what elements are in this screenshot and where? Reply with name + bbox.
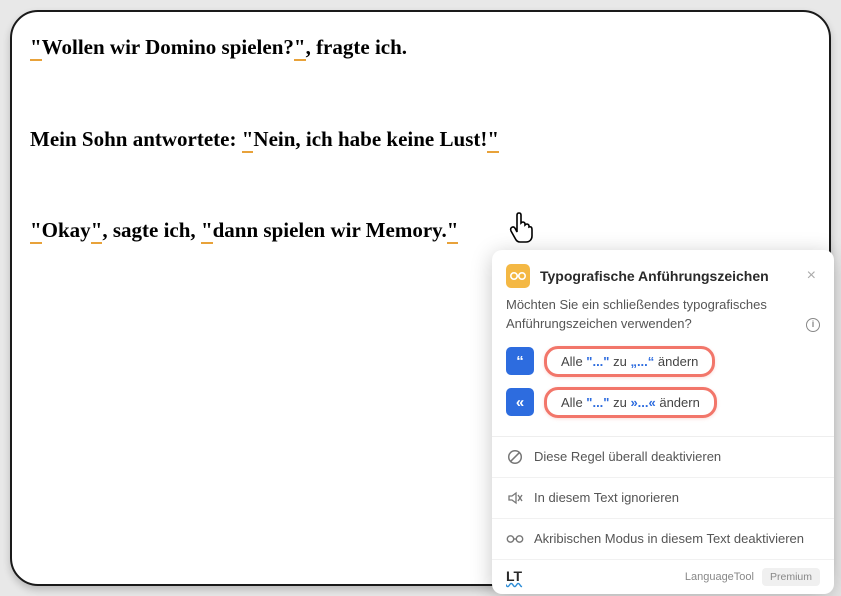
text-run: Mein Sohn antwortete: bbox=[30, 127, 242, 151]
quote-mark-close[interactable]: " bbox=[91, 218, 103, 244]
paragraph-2: Mein Sohn antwortete: "Nein, ich habe ke… bbox=[30, 124, 811, 156]
paragraph-1: "Wollen wir Domino spielen?", fragte ich… bbox=[30, 32, 811, 64]
popup-footer: LT LanguageTool Premium bbox=[492, 560, 834, 594]
text-run: Nein, ich habe keine Lust! bbox=[253, 127, 487, 151]
text-run: Wollen wir Domino spielen? bbox=[42, 35, 294, 59]
quote-mark-close[interactable]: " bbox=[294, 35, 306, 61]
text-run: , fragte ich. bbox=[306, 35, 407, 59]
quote-mark-close[interactable]: " bbox=[447, 218, 459, 244]
quote-mark-close[interactable]: " bbox=[487, 127, 499, 153]
paragraph-3: "Okay", sagte ich, "dann spielen wir Mem… bbox=[30, 215, 811, 247]
action-label: Diese Regel überall deaktivieren bbox=[534, 449, 721, 464]
quote-mark-open[interactable]: " bbox=[30, 218, 42, 244]
deactivate-rule-button[interactable]: Diese Regel überall deaktivieren bbox=[492, 437, 834, 478]
popup-description: Möchten Sie ein schließendes typografisc… bbox=[492, 296, 834, 346]
suggestion-row: “ Alle "..." zu „...“ ändern bbox=[506, 346, 820, 377]
suggestion-apply-button[interactable]: Alle "..." zu »...« ändern bbox=[544, 387, 717, 418]
ban-icon bbox=[506, 448, 524, 466]
text-run: , sagte ich, bbox=[102, 218, 201, 242]
glasses-icon bbox=[506, 530, 524, 548]
languagetool-logo[interactable]: LT bbox=[506, 568, 522, 585]
editor-window: "Wollen wir Domino spielen?", fragte ich… bbox=[10, 10, 831, 586]
suggestion-list: “ Alle "..." zu „...“ ändern « Alle "...… bbox=[492, 346, 834, 436]
text-run: Okay bbox=[42, 218, 91, 242]
languagetool-link[interactable]: LanguageTool bbox=[685, 571, 754, 583]
close-button[interactable]: × bbox=[803, 266, 820, 286]
info-icon[interactable]: i bbox=[806, 318, 820, 332]
suggestion-popup: Typografische Anführungszeichen × Möchte… bbox=[492, 250, 834, 594]
suggestion-row: « Alle "..." zu »...« ändern bbox=[506, 387, 820, 418]
action-label: In diesem Text ignorieren bbox=[534, 490, 679, 505]
document-body[interactable]: "Wollen wir Domino spielen?", fragte ich… bbox=[30, 32, 811, 247]
popup-header: Typografische Anführungszeichen × bbox=[492, 250, 834, 296]
suggestion-glyph-badge[interactable]: « bbox=[506, 388, 534, 416]
mute-icon bbox=[506, 489, 524, 507]
style-category-icon bbox=[506, 264, 530, 288]
text-run: dann spielen wir Memory. bbox=[213, 218, 447, 242]
quote-mark-open[interactable]: " bbox=[242, 127, 254, 153]
quote-mark-open[interactable]: " bbox=[201, 218, 213, 244]
deactivate-picky-mode-button[interactable]: Akribischen Modus in diesem Text deaktiv… bbox=[492, 519, 834, 560]
action-label: Akribischen Modus in diesem Text deaktiv… bbox=[534, 531, 804, 546]
premium-badge[interactable]: Premium bbox=[762, 568, 820, 586]
popup-actions: Diese Regel überall deaktivieren In dies… bbox=[492, 436, 834, 560]
quote-mark-open[interactable]: " bbox=[30, 35, 42, 61]
suggestion-apply-button[interactable]: Alle "..." zu „...“ ändern bbox=[544, 346, 715, 377]
popup-title: Typografische Anführungszeichen bbox=[540, 268, 793, 284]
suggestion-glyph-badge[interactable]: “ bbox=[506, 347, 534, 375]
ignore-in-text-button[interactable]: In diesem Text ignorieren bbox=[492, 478, 834, 519]
